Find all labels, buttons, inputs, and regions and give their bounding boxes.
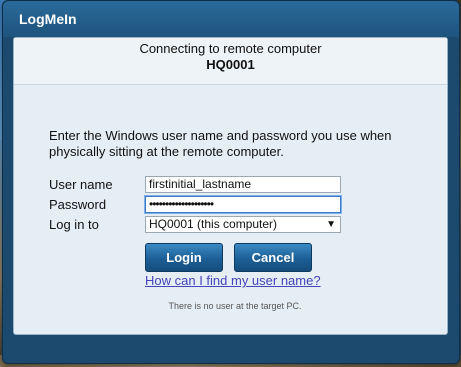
username-field[interactable]: firstinitial_lastname [145,176,341,193]
cancel-button[interactable]: Cancel [234,243,312,272]
login-to-select[interactable]: HQ0001 (this computer) ▼ [145,216,341,233]
connection-header: Connecting to remote computer HQ0001 [14,38,447,85]
login-button[interactable]: Login [145,243,223,272]
window-title: LogMeIn [19,11,77,27]
status-message: There is no user at the target PC. [168,301,302,311]
username-label: User name [49,177,113,192]
password-label: Password [49,197,107,212]
computer-name: HQ0001 [206,57,255,72]
find-username-link[interactable]: How can I find my user name? [145,273,321,288]
connecting-text: Connecting to remote computer [139,41,322,56]
title-bar[interactable]: LogMeIn [3,1,459,37]
dialog-content: Connecting to remote computer HQ0001 Ent… [13,37,448,335]
login-to-value: HQ0001 (this computer) [149,217,278,231]
login-to-label: Log in to [49,217,99,232]
password-field[interactable]: •••••••••••••••••••• [145,196,341,213]
chevron-down-icon[interactable]: ▼ [326,217,336,232]
instructions-text: Enter the Windows user name and password… [49,128,392,159]
logmein-dialog: LogMeIn Connecting to remote computer HQ… [2,0,460,364]
